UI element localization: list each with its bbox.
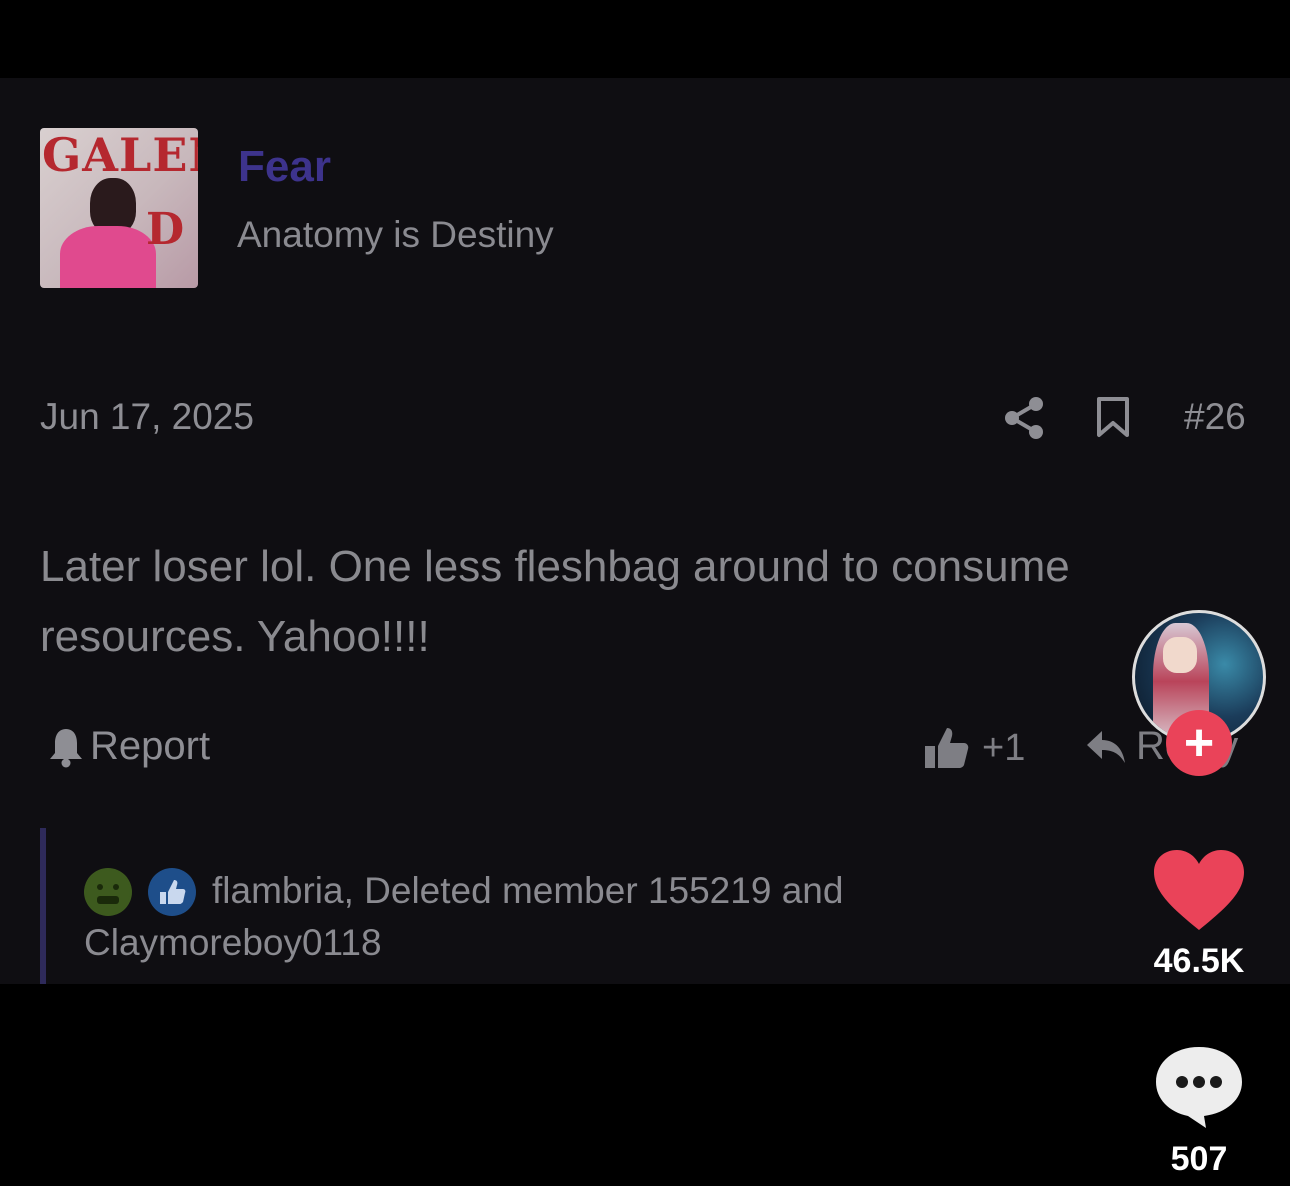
reaction-users-line-1[interactable]: flambria, Deleted member 155219 and	[212, 870, 843, 912]
poster-avatar[interactable]: GALEN D	[40, 128, 198, 288]
avatar-logo-text-2: D	[146, 204, 185, 255]
post-body: Later loser lol. One less fleshbag aroun…	[40, 542, 1070, 661]
post-number-link[interactable]: #26	[1184, 396, 1246, 438]
reaction-icons	[84, 868, 196, 916]
username-link[interactable]: Fear	[238, 142, 331, 192]
follow-plus-button[interactable]: +	[1166, 710, 1232, 776]
bell-icon	[50, 728, 82, 767]
report-label: Report	[90, 724, 211, 768]
sick-face-reaction-icon	[84, 868, 132, 916]
report-button[interactable]: Report	[48, 724, 210, 769]
avatar-character-face	[1163, 637, 1197, 673]
reaction-users-line-2[interactable]: Claymoreboy0118	[84, 922, 382, 964]
like-reaction-icon	[148, 868, 196, 916]
reply-arrow-icon	[1087, 730, 1125, 763]
like-button[interactable]: +1	[922, 724, 1025, 772]
comment-total: 507	[1170, 1140, 1228, 1178]
comment-bubble-icon[interactable]	[1154, 1044, 1244, 1130]
post-date[interactable]: Jun 17, 2025	[40, 396, 254, 438]
user-title: Anatomy is Destiny	[237, 214, 554, 255]
avatar-logo-text: GALEN	[42, 128, 198, 182]
like-total: 46.5K	[1153, 942, 1245, 980]
like-count: +1	[982, 726, 1026, 769]
heart-icon[interactable]	[1152, 848, 1246, 932]
share-icon[interactable]	[1004, 396, 1044, 440]
bookmark-icon[interactable]	[1096, 396, 1130, 438]
thumbs-up-icon	[925, 728, 969, 768]
reactions-block: flambria, Deleted member 155219 and Clay…	[40, 828, 940, 984]
avatar-figure-body	[60, 226, 156, 288]
